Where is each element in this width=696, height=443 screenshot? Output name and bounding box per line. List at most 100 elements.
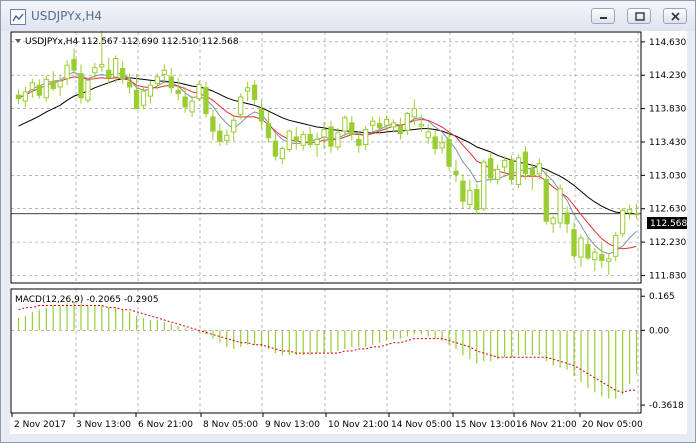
candle-body xyxy=(488,158,494,179)
candle-body xyxy=(439,142,445,149)
candle-body xyxy=(543,179,549,222)
candle-body xyxy=(231,119,237,133)
candle-body xyxy=(536,163,542,175)
price-tick-label: 113.430 xyxy=(649,138,686,148)
candle-body xyxy=(619,209,626,235)
ma-fast-line xyxy=(18,76,637,250)
candle-body xyxy=(342,117,348,132)
candle-body xyxy=(238,96,244,115)
candle-body xyxy=(404,113,411,131)
candle-body xyxy=(22,91,29,102)
chart-window-icon xyxy=(10,9,26,25)
candle-body xyxy=(113,58,119,78)
candle-body xyxy=(224,134,230,141)
time-tick-label: 20 Nov 05:00 xyxy=(582,420,643,430)
candle-body xyxy=(126,81,133,88)
time-tick-label: 9 Nov 13:00 xyxy=(265,420,320,430)
time-tick-label: 2 Nov 2017 xyxy=(14,420,66,430)
candle-body xyxy=(175,89,181,95)
candle-body xyxy=(363,128,369,145)
candle-body xyxy=(578,237,584,258)
title-bar[interactable]: USDJPYx,H4 xyxy=(1,1,695,31)
candle-body xyxy=(411,108,417,118)
candle-body xyxy=(168,76,174,89)
candle-body xyxy=(272,140,279,157)
candle-body xyxy=(182,96,188,108)
candle-body xyxy=(453,170,459,176)
macd-histogram xyxy=(17,301,638,399)
time-tick-label: 3 Nov 13:00 xyxy=(76,420,131,430)
time-tick-label: 8 Nov 05:00 xyxy=(203,420,258,430)
candle-body xyxy=(515,157,522,186)
chart-area[interactable]: 114.630 114.230 113.830 113.430 113.030 112.6… xyxy=(10,21,687,434)
price-tick-label: 112.230 xyxy=(649,238,686,248)
candle-body xyxy=(501,159,508,168)
time-tick-label: 10 Nov 21:00 xyxy=(328,420,389,430)
price-tag: 112.568 xyxy=(647,217,687,229)
candle-body xyxy=(92,67,98,74)
candle-body xyxy=(529,168,536,176)
candle-body xyxy=(217,130,223,142)
main-panel-frame xyxy=(10,31,642,284)
price-tick-label: 112.630 xyxy=(649,205,686,215)
macd-tick-label: 0.165 xyxy=(649,292,675,302)
axes: 114.630 114.230 113.830 113.430 113.030 112.6… xyxy=(10,31,686,430)
candle-body xyxy=(210,116,216,132)
candle-body xyxy=(189,100,195,113)
chart-canvas[interactable]: 114.630 114.230 113.830 113.430 113.030 112.6… xyxy=(10,21,687,434)
candle-body xyxy=(369,120,376,126)
candle-body xyxy=(251,84,258,100)
candle-body xyxy=(71,58,77,71)
candle-body xyxy=(57,80,63,88)
restore-button[interactable] xyxy=(627,8,651,24)
candle-body xyxy=(50,81,56,90)
time-tick-label: 16 Nov 21:00 xyxy=(516,420,577,430)
price-tick-label: 111.830 xyxy=(649,271,686,281)
candle-body xyxy=(557,188,563,224)
macd-header: MACD(12,26,9) -0.2065 -0.2905 xyxy=(15,295,159,305)
minimize-button[interactable] xyxy=(591,8,615,24)
macd-tick-label: -0.3618 xyxy=(649,401,684,411)
candle-body xyxy=(258,108,265,122)
ma-mid-line xyxy=(18,71,637,255)
candle-body xyxy=(474,189,480,211)
chart-header-text: USDJPYx,H4 112.567 112.690 112.510 112.5… xyxy=(25,37,239,47)
candle-body xyxy=(599,254,605,261)
candle-body xyxy=(78,73,84,99)
candle-body xyxy=(307,133,313,145)
candle-body xyxy=(328,126,334,147)
candle-body xyxy=(390,122,397,128)
candle-body xyxy=(376,123,383,129)
candle-body xyxy=(606,258,612,262)
candle-body xyxy=(300,133,306,146)
window-title: USDJPYx,H4 xyxy=(31,9,103,23)
candle-body xyxy=(494,169,501,181)
candle-body xyxy=(244,87,251,92)
candle-body xyxy=(36,84,42,96)
time-tick-label: 15 Nov 13:00 xyxy=(455,420,516,430)
close-button[interactable] xyxy=(663,8,687,24)
candle-body xyxy=(293,136,299,142)
candle-body xyxy=(314,138,320,145)
candle-body xyxy=(467,189,473,206)
minimize-icon xyxy=(600,17,607,19)
price-tick-label: 114.230 xyxy=(649,71,686,81)
candle-body xyxy=(140,90,147,106)
candle-body xyxy=(626,209,633,214)
chart-header: USDJPYx,H4 112.567 112.690 112.510 112.5… xyxy=(15,37,239,47)
candle-body xyxy=(154,76,161,85)
restore-icon xyxy=(635,12,645,21)
time-tick-label: 6 Nov 21:00 xyxy=(138,420,193,430)
candle-body xyxy=(85,79,91,101)
chart-window: USDJPYx,H4 114.630 114.230 113.830 113.430 1… xyxy=(0,0,696,443)
candle-body xyxy=(196,83,202,100)
candle-body xyxy=(133,89,140,110)
candle-body xyxy=(383,118,390,126)
candle-body xyxy=(592,251,598,261)
candle-body xyxy=(335,132,341,148)
candle-body xyxy=(161,69,167,75)
candle-body xyxy=(286,130,292,150)
candle-body xyxy=(99,63,105,68)
macd-signal-line xyxy=(18,305,637,393)
chart-header-arrow-icon xyxy=(15,39,21,43)
